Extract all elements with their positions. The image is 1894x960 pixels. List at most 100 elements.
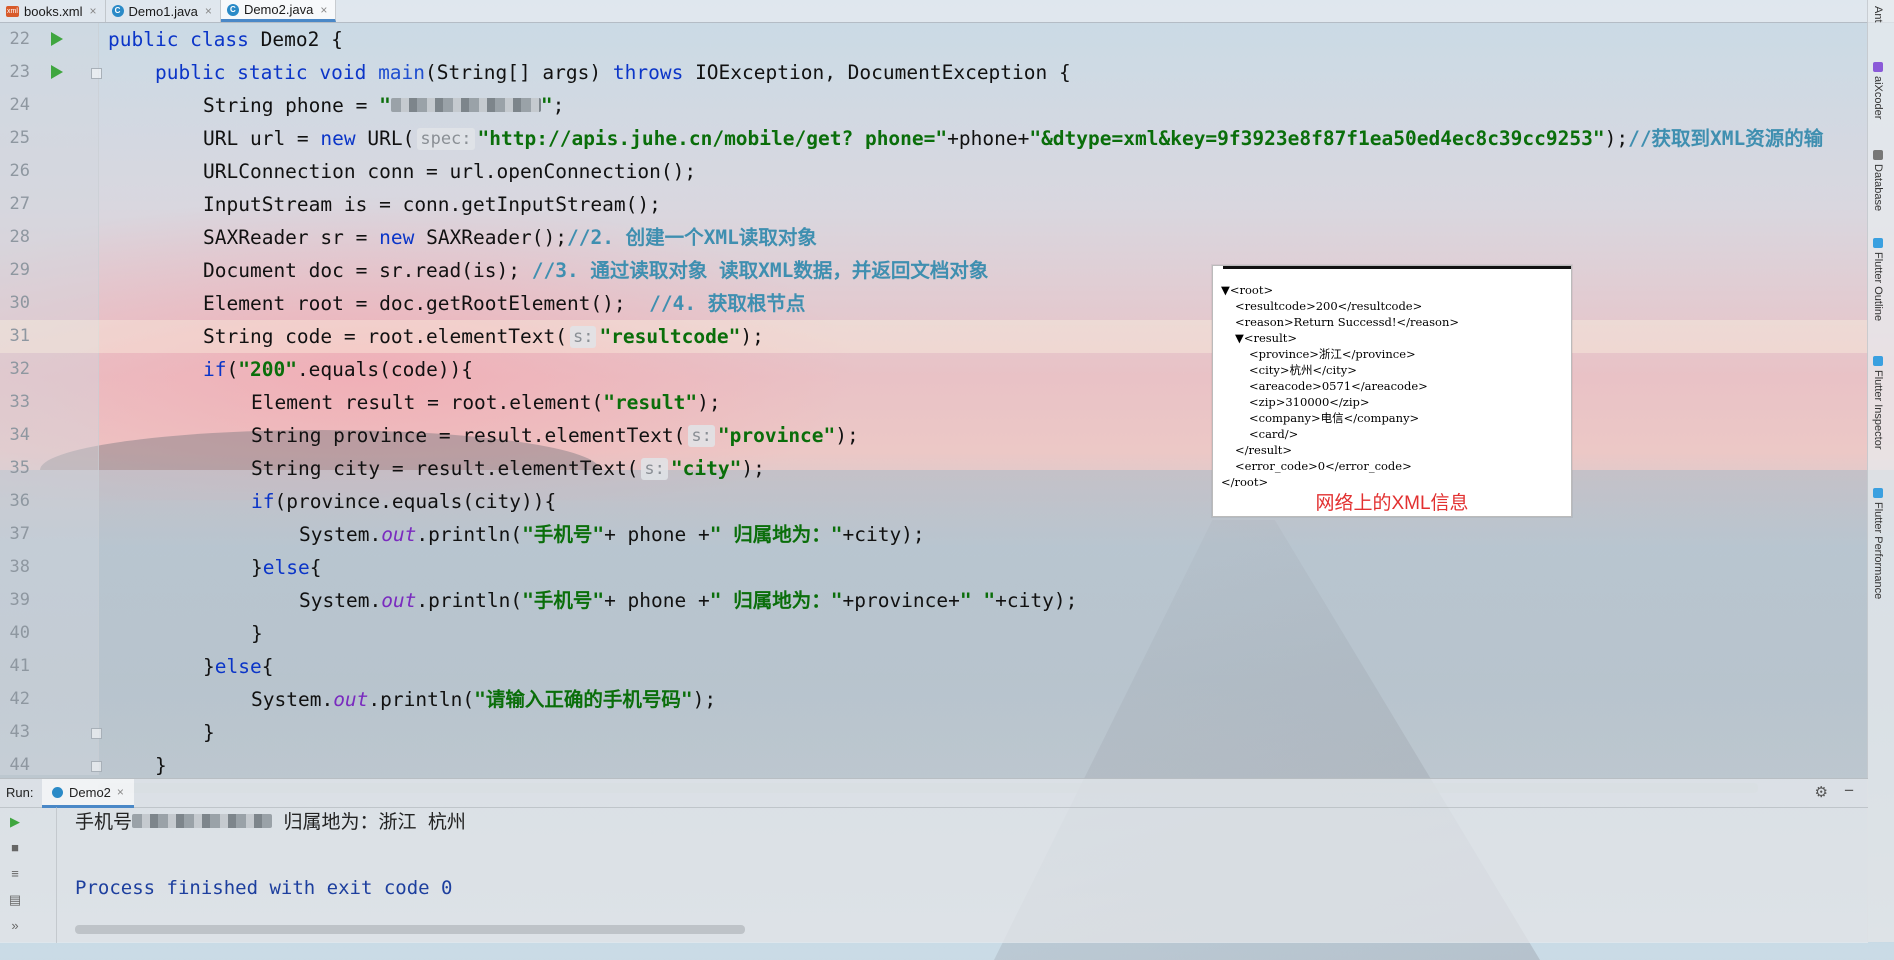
code-line-current[interactable]: 31 String code = root.elementText(s: "res…	[0, 320, 1868, 353]
line-number: 31	[9, 326, 30, 346]
code-line[interactable]: 27 InputStream is = conn.getInputStream(…	[0, 188, 1868, 221]
tab-demo2-java[interactable]: C Demo2.java ×	[220, 0, 337, 22]
editor-tab-bar: xml books.xml × C Demo1.java × C Demo2.j…	[0, 0, 1894, 23]
hide-panel-icon[interactable]: −	[1844, 781, 1854, 801]
tool-flutter-inspector[interactable]: Flutter Inspector	[1872, 356, 1884, 449]
line-number: 34	[9, 425, 30, 445]
fold-marker-icon[interactable]	[91, 728, 102, 739]
xml-line: <company>电信</company>	[1249, 411, 1420, 425]
run-tab-demo2[interactable]: Demo2 ×	[42, 779, 134, 808]
xml-line: <error_code>0</error_code>	[1235, 459, 1412, 473]
code-line[interactable]: 24 String phone = " ";	[0, 89, 1868, 122]
line-number: 36	[9, 491, 30, 511]
java-class-icon: C	[226, 3, 239, 16]
line-number: 22	[9, 29, 30, 49]
xml-file-icon: xml	[6, 5, 19, 17]
code-line[interactable]: 34 String province = result.elementText(…	[0, 419, 1868, 452]
xml-line: <resultcode>200</resultcode>	[1235, 299, 1423, 313]
code-line[interactable]: 40 }	[0, 617, 1868, 650]
close-icon[interactable]: ×	[117, 785, 124, 799]
line-number: 40	[9, 623, 30, 643]
xml-line: <zip>310000</zip>	[1249, 395, 1370, 409]
code-line[interactable]: 35 String city = result.elementText(s: "c…	[0, 452, 1868, 485]
code-line[interactable]: 22 public class Demo2 {	[0, 23, 1868, 56]
flutter-icon	[1873, 238, 1883, 248]
line-number: 43	[9, 722, 30, 742]
print-icon[interactable]: ▤	[8, 893, 22, 907]
tab-demo1-java[interactable]: C Demo1.java ×	[106, 0, 221, 22]
redacted-phone	[390, 98, 541, 112]
fold-marker-icon[interactable]	[91, 761, 102, 772]
tab-label: Demo1.java	[128, 3, 198, 19]
close-icon[interactable]: ×	[205, 4, 212, 18]
line-number: 25	[9, 128, 30, 148]
xml-line: </root>	[1221, 475, 1269, 489]
fold-marker-icon[interactable]	[91, 68, 102, 79]
code-line[interactable]: 42 System.out.println("请输入正确的手机号码");	[0, 683, 1868, 716]
tool-flutter-outline[interactable]: Flutter Outline	[1872, 238, 1884, 321]
aixcoder-icon	[1873, 62, 1883, 72]
tool-aixcoder[interactable]: aiXcoder	[1872, 62, 1884, 119]
flutter-icon	[1873, 356, 1883, 366]
console-horizontal-scrollbar[interactable]	[75, 925, 745, 934]
code-line[interactable]: 28 SAXReader sr = new SAXReader();//2. 创…	[0, 221, 1868, 254]
java-class-icon: C	[111, 5, 124, 17]
run-main-icon[interactable]	[51, 65, 63, 79]
xml-line: <city>杭州</city>	[1249, 363, 1357, 377]
code-line[interactable]: 32 if("200".equals(code)){	[0, 353, 1868, 386]
line-number: 38	[9, 557, 30, 577]
code-line[interactable]: 30 Element root = doc.getRootElement(); …	[0, 287, 1868, 320]
close-icon[interactable]: ×	[90, 4, 97, 18]
redacted-phone	[132, 814, 273, 828]
line-number: 42	[9, 689, 30, 709]
code-line[interactable]: 39 System.out.println("手机号"+ phone +" 归属…	[0, 584, 1868, 617]
code-line[interactable]: 33 Element result = root.element("result…	[0, 386, 1868, 419]
java-class-icon	[52, 786, 63, 798]
code-line[interactable]: 37 System.out.println("手机号"+ phone +" 归属…	[0, 518, 1868, 551]
code-line[interactable]: 26 URLConnection conn = url.openConnecti…	[0, 155, 1868, 188]
pin-icon[interactable]: »	[8, 919, 22, 933]
line-number: 32	[9, 359, 30, 379]
line-number: 28	[9, 227, 30, 247]
parameter-hint: spec:	[417, 128, 475, 150]
tool-ant[interactable]: Ant	[1872, 6, 1884, 23]
code-editor[interactable]: 22 public class Demo2 { 23 public static…	[0, 23, 1868, 793]
code-line[interactable]: 41 }else{	[0, 650, 1868, 683]
xml-line: <areacode>0571</areacode>	[1249, 379, 1428, 393]
xml-preview-image: ▼<root> <resultcode>200</resultcode> <reas…	[1212, 265, 1572, 517]
close-icon[interactable]: ×	[320, 3, 327, 17]
line-number: 29	[9, 260, 30, 280]
tool-flutter-performance[interactable]: Flutter Performance	[1872, 488, 1884, 599]
soft-wrap-icon[interactable]: ≡	[8, 867, 22, 881]
stop-icon[interactable]: ■	[8, 841, 22, 855]
line-number: 27	[9, 194, 30, 214]
code-line[interactable]: 29 Document doc = sr.read(is); //3. 通过读取…	[0, 254, 1868, 287]
xml-line: ▼<result>	[1235, 331, 1298, 345]
code-line[interactable]: 43 }	[0, 716, 1868, 749]
rerun-icon[interactable]: ▶	[8, 815, 22, 829]
code-line[interactable]: 23 public static void main(String[] args…	[0, 56, 1868, 89]
run-panel-header: Run: Demo2 × ⚙ −	[0, 779, 1868, 808]
xml-line: <card/>	[1249, 427, 1299, 441]
line-number: 41	[9, 656, 30, 676]
xml-line: </result>	[1235, 443, 1293, 457]
tab-books-xml[interactable]: xml books.xml ×	[0, 0, 106, 22]
run-panel: Run: Demo2 × ⚙ − ▶ ■ ≡ ▤ » 手机号 归属地为：浙江 杭…	[0, 778, 1868, 943]
code-line[interactable]: 25 URL url = new URL(spec: "http://apis.j…	[0, 122, 1868, 155]
run-toolbar: ▶ ■ ≡ ▤ »	[0, 807, 57, 943]
line-number: 39	[9, 590, 30, 610]
parameter-hint: s:	[641, 458, 668, 480]
code-line[interactable]: 36 if(province.equals(city)){	[0, 485, 1868, 518]
right-tool-strip: Ant aiXcoder Database Flutter Outline Fl…	[1867, 0, 1894, 942]
line-number: 30	[9, 293, 30, 313]
tab-label: Demo2.java	[243, 2, 314, 17]
xml-tree: ▼<root> <resultcode>200</resultcode> <reas…	[1221, 282, 1459, 490]
run-class-icon[interactable]	[51, 32, 63, 46]
xml-line: <province>浙江</province>	[1249, 347, 1416, 361]
line-number: 33	[9, 392, 30, 412]
line-number: 35	[9, 458, 30, 478]
tool-database[interactable]: Database	[1872, 150, 1884, 211]
gear-icon[interactable]: ⚙	[1815, 783, 1828, 801]
line-number: 23	[9, 62, 30, 82]
code-line[interactable]: 38 }else{	[0, 551, 1868, 584]
